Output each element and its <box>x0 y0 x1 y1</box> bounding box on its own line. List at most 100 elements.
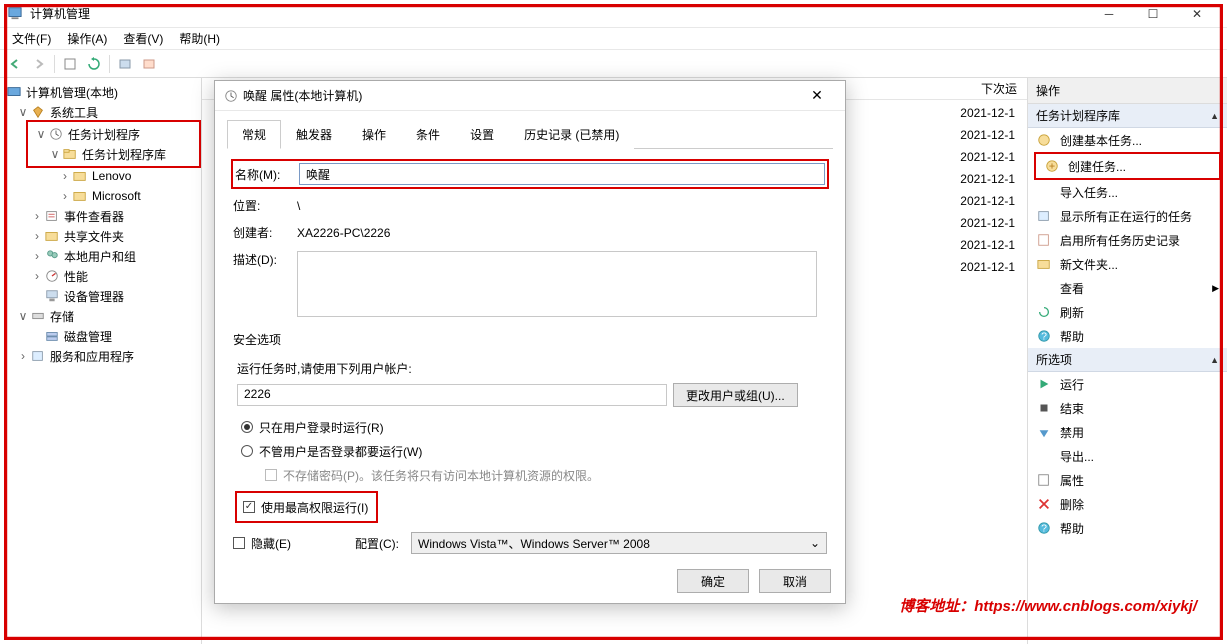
change-user-button[interactable]: 更改用户或组(U)... <box>673 383 798 407</box>
watermark-text: 博客地址：https://www.cnblogs.com/xiykj/ <box>899 595 1197 616</box>
action-import[interactable]: 导入任务... <box>1028 180 1227 204</box>
tree-event-viewer[interactable]: ›事件查看器 <box>2 206 199 226</box>
tree-root[interactable]: 计算机管理(本地) <box>2 82 199 102</box>
dialog-title: 唤醒 属性(本地计算机) <box>243 87 362 104</box>
author-label: 创建者: <box>233 224 297 241</box>
minimize-button[interactable]: ─ <box>1087 0 1131 28</box>
action-enable-history[interactable]: 启用所有任务历史记录 <box>1028 228 1227 252</box>
list-cell[interactable]: 2021-12-1 <box>960 168 1019 190</box>
tab-actions[interactable]: 操作 <box>347 120 401 149</box>
menu-help[interactable]: 帮助(H) <box>171 28 228 49</box>
task-list-dates: 2021-12-1 2021-12-1 2021-12-1 2021-12-1 … <box>960 102 1019 278</box>
clock-icon <box>223 88 239 104</box>
action-help-2[interactable]: ?帮助 <box>1028 516 1227 540</box>
refresh-button[interactable] <box>83 53 105 75</box>
security-legend: 安全选项 <box>233 331 827 348</box>
ok-button[interactable]: 确定 <box>677 569 749 593</box>
name-input[interactable] <box>299 163 825 185</box>
window-title: 计算机管理 <box>30 5 90 22</box>
tree-performance[interactable]: ›性能 <box>2 266 199 286</box>
action-disable[interactable]: 禁用 <box>1028 420 1227 444</box>
action-run[interactable]: 运行 <box>1028 372 1227 396</box>
checkbox-icon <box>265 469 277 481</box>
tree-services-apps[interactable]: ›服务和应用程序 <box>2 346 199 366</box>
action-view[interactable]: 查看▶ <box>1028 276 1227 300</box>
author-value: XA2226-PC\2226 <box>297 226 390 240</box>
menu-action[interactable]: 操作(A) <box>59 28 115 49</box>
action-properties[interactable]: 属性 <box>1028 468 1227 492</box>
action-create-task[interactable]: 创建任务... <box>1036 154 1219 178</box>
list-cell[interactable]: 2021-12-1 <box>960 102 1019 124</box>
actions-header: 操作 <box>1028 78 1227 104</box>
action-delete[interactable]: 删除 <box>1028 492 1227 516</box>
desc-label: 描述(D): <box>233 251 297 268</box>
chevron-down-icon: ⌄ <box>810 536 820 550</box>
list-cell[interactable]: 2021-12-1 <box>960 256 1019 278</box>
tree-system-tools[interactable]: ∨系统工具 <box>2 102 199 122</box>
tab-conditions[interactable]: 条件 <box>401 120 455 149</box>
dialog-titlebar: 唤醒 属性(本地计算机) ✕ <box>215 81 845 111</box>
hidden-check[interactable]: 隐藏(E) <box>233 531 291 555</box>
menu-file[interactable]: 文件(F) <box>4 28 59 49</box>
maximize-button[interactable]: ☐ <box>1131 0 1175 28</box>
actions-group-selected[interactable]: 所选项▲ <box>1028 348 1227 372</box>
description-input[interactable] <box>297 251 817 317</box>
highest-privileges-check[interactable]: 使用最高权限运行(I) <box>239 495 368 519</box>
cancel-button[interactable]: 取消 <box>759 569 831 593</box>
list-cell[interactable]: 2021-12-1 <box>960 124 1019 146</box>
action-end[interactable]: 结束 <box>1028 396 1227 420</box>
action-export[interactable]: 导出... <box>1028 444 1227 468</box>
tree-microsoft[interactable]: ›Microsoft <box>2 186 199 206</box>
no-store-password-check: 不存储密码(P)。该任务将只有访问本地计算机资源的权限。 <box>237 463 823 487</box>
back-button[interactable] <box>4 53 26 75</box>
tree-lenovo[interactable]: ›Lenovo <box>2 166 199 186</box>
toolbar <box>0 50 1227 78</box>
collapse-icon: ▲ <box>1210 355 1219 365</box>
tab-triggers[interactable]: 触发器 <box>281 120 347 149</box>
window-titlebar: 计算机管理 ─ ☐ ✕ <box>0 0 1227 28</box>
action-new-folder[interactable]: 新文件夹... <box>1028 252 1227 276</box>
actions-group-library[interactable]: 任务计划程序库▲ <box>1028 104 1227 128</box>
menu-view[interactable]: 查看(V) <box>115 28 171 49</box>
run-logged-radio[interactable]: 只在用户登录时运行(R) <box>237 415 823 439</box>
tree-local-users[interactable]: ›本地用户和组 <box>2 246 199 266</box>
security-hint: 运行任务时,请使用下列用户帐户: <box>237 360 823 377</box>
name-label: 名称(M): <box>235 166 299 183</box>
checkbox-icon <box>243 501 255 513</box>
tab-history[interactable]: 历史记录 (已禁用) <box>509 120 634 149</box>
tab-settings[interactable]: 设置 <box>455 120 509 149</box>
actions-pane: 操作 任务计划程序库▲ 创建基本任务... 创建任务... 导入任务... 显示… <box>1027 78 1227 644</box>
properties-dialog: 唤醒 属性(本地计算机) ✕ 常规 触发器 操作 条件 设置 历史记录 (已禁用… <box>214 80 846 604</box>
run-whether-radio[interactable]: 不管用户是否登录都要运行(W) <box>237 439 823 463</box>
config-select[interactable]: Windows Vista™、Windows Server™ 2008⌄ <box>411 532 827 554</box>
tree-shared-folders[interactable]: ›共享文件夹 <box>2 226 199 246</box>
tool-button[interactable] <box>59 53 81 75</box>
location-label: 位置: <box>233 197 297 214</box>
action-help[interactable]: ?帮助 <box>1028 324 1227 348</box>
action-show-running[interactable]: 显示所有正在运行的任务 <box>1028 204 1227 228</box>
user-account-box: 2226 <box>237 384 667 406</box>
list-cell[interactable]: 2021-12-1 <box>960 234 1019 256</box>
tree-device-manager[interactable]: 设备管理器 <box>2 286 199 306</box>
tool-button-2[interactable] <box>114 53 136 75</box>
close-button[interactable]: ✕ <box>1175 0 1219 28</box>
config-label: 配置(C): <box>355 535 399 552</box>
menubar: 文件(F) 操作(A) 查看(V) 帮助(H) <box>0 28 1227 50</box>
forward-button[interactable] <box>28 53 50 75</box>
action-create-basic[interactable]: 创建基本任务... <box>1028 128 1227 152</box>
tree-storage[interactable]: ∨存储 <box>2 306 199 326</box>
list-cell[interactable]: 2021-12-1 <box>960 146 1019 168</box>
list-cell[interactable]: 2021-12-1 <box>960 190 1019 212</box>
dialog-tabs: 常规 触发器 操作 条件 设置 历史记录 (已禁用) <box>227 119 833 149</box>
action-refresh[interactable]: 刷新 <box>1028 300 1227 324</box>
list-cell[interactable]: 2021-12-1 <box>960 212 1019 234</box>
collapse-icon: ▲ <box>1210 111 1219 121</box>
tab-general[interactable]: 常规 <box>227 120 281 149</box>
checkbox-icon <box>233 537 245 549</box>
dialog-close-button[interactable]: ✕ <box>797 82 837 110</box>
tree-disk-management[interactable]: 磁盘管理 <box>2 326 199 346</box>
col-next-run[interactable]: 下次运 <box>981 80 1017 97</box>
tree-task-library[interactable]: ∨任务计划程序库 <box>30 144 197 164</box>
tool-button-3[interactable] <box>138 53 160 75</box>
tree-task-scheduler[interactable]: ∨任务计划程序 <box>30 124 197 144</box>
